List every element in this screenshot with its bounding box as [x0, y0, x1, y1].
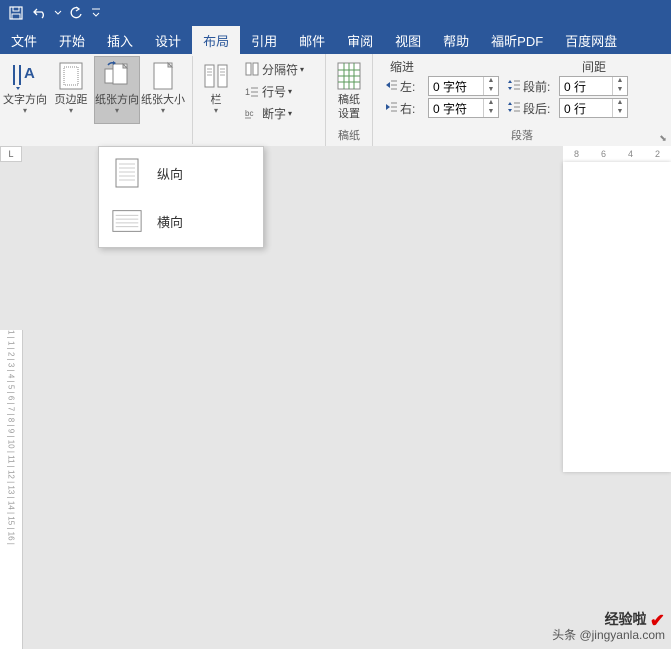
chevron-down-icon: ▾	[115, 107, 119, 115]
document-page[interactable]	[563, 162, 671, 472]
breaks-button[interactable]: 分隔符▾	[241, 58, 307, 80]
tab-home[interactable]: 开始	[48, 26, 96, 54]
spacing-before-input[interactable]: ▲▼	[559, 76, 628, 96]
spin-up-icon[interactable]: ▲	[613, 77, 627, 86]
tab-layout[interactable]: 布局	[192, 26, 240, 54]
svg-text:1: 1	[245, 87, 250, 97]
spacing-after-input[interactable]: ▲▼	[559, 98, 628, 118]
ruler-vertical[interactable]: 1 | 1 | 2 | 3 | 4 | 5 | 6 | 7 | 8 | 9 | …	[0, 330, 23, 649]
landscape-icon	[111, 205, 143, 237]
hyphenation-button[interactable]: bc 断字▾	[241, 102, 307, 124]
text-direction-button[interactable]: A 文字方向 ▾	[2, 56, 48, 124]
spin-up-icon[interactable]: ▲	[484, 99, 498, 108]
tab-view[interactable]: 视图	[384, 26, 432, 54]
tab-file[interactable]: 文件	[0, 26, 48, 54]
tab-review[interactable]: 审阅	[336, 26, 384, 54]
tab-help[interactable]: 帮助	[432, 26, 480, 54]
spin-down-icon[interactable]: ▼	[613, 86, 627, 95]
draft-icon	[332, 59, 366, 93]
indent-right-icon	[384, 101, 398, 116]
undo-icon[interactable]	[28, 1, 52, 25]
chevron-down-icon: ▾	[161, 107, 165, 115]
tab-foxit[interactable]: 福昕PDF	[480, 26, 554, 54]
orientation-icon	[100, 59, 134, 93]
size-icon	[146, 59, 180, 93]
save-icon[interactable]	[4, 1, 28, 25]
spacing-before-icon	[507, 79, 521, 94]
chevron-down-icon: ▾	[214, 107, 218, 115]
redo-icon[interactable]	[64, 1, 88, 25]
spacing-header: 间距	[522, 58, 660, 75]
indent-right-label: 右:	[384, 100, 428, 117]
draft-settings-button[interactable]: 稿纸 设置	[328, 56, 370, 124]
margins-button[interactable]: 页边距 ▾	[48, 56, 94, 124]
spacing-after-label: 段后:	[507, 100, 559, 117]
tab-insert[interactable]: 插入	[96, 26, 144, 54]
spin-down-icon[interactable]: ▼	[484, 86, 498, 95]
group-page-setup: A 文字方向 ▾ 页边距 ▾ 纸张方向 ▾	[0, 54, 311, 146]
orientation-button[interactable]: 纸张方向 ▾	[94, 56, 140, 124]
undo-dropdown-icon[interactable]	[52, 1, 64, 25]
check-icon: ✔	[650, 610, 665, 630]
ruler-tab-selector[interactable]: L	[0, 146, 22, 162]
chevron-down-icon: ▾	[69, 107, 73, 115]
tab-baidu[interactable]: 百度网盘	[554, 26, 628, 54]
svg-text:bc: bc	[245, 109, 253, 118]
spin-up-icon[interactable]: ▲	[613, 99, 627, 108]
title-bar	[0, 0, 671, 26]
indent-left-label: 左:	[384, 78, 428, 95]
indent-left-icon	[384, 79, 398, 94]
text-direction-icon: A	[8, 59, 42, 93]
watermark: 经验啦 ✔ 头条 @jingyanla.com	[552, 612, 665, 643]
svg-text:A: A	[24, 65, 35, 82]
size-button[interactable]: 纸张大小 ▾	[140, 56, 186, 124]
ribbon: A 文字方向 ▾ 页边距 ▾ 纸张方向 ▾	[0, 54, 671, 147]
menu-bar: 文件 开始 插入 设计 布局 引用 邮件 审阅 视图 帮助 福昕PDF 百度网盘	[0, 26, 671, 54]
chevron-down-icon: ▾	[23, 107, 27, 115]
spin-up-icon[interactable]: ▲	[484, 77, 498, 86]
line-numbers-icon: 1	[244, 83, 260, 99]
hyphenation-icon: bc	[244, 105, 260, 121]
orientation-landscape-item[interactable]: 横向	[101, 197, 261, 245]
margins-icon	[54, 59, 88, 93]
columns-icon	[199, 59, 233, 93]
orientation-dropdown: 纵向 横向	[98, 146, 264, 248]
tab-references[interactable]: 引用	[240, 26, 288, 54]
ruler-horizontal[interactable]: 8642	[563, 146, 671, 163]
columns-button[interactable]: 栏 ▾	[193, 56, 239, 124]
spin-down-icon[interactable]: ▼	[484, 108, 498, 117]
spacing-before-label: 段前:	[507, 78, 559, 95]
qat-customize-icon[interactable]	[88, 1, 104, 25]
breaks-icon	[244, 61, 260, 77]
portrait-icon	[111, 157, 143, 189]
indent-header: 缩进	[384, 58, 522, 75]
spin-down-icon[interactable]: ▼	[613, 108, 627, 117]
indent-left-input[interactable]: ▲▼	[428, 76, 499, 96]
tab-design[interactable]: 设计	[144, 26, 192, 54]
group-paragraph: 缩进 间距 左: ▲▼ 段前: ▲▼ 右: ▲	[373, 54, 671, 146]
spacing-after-icon	[507, 101, 521, 116]
tab-mailings[interactable]: 邮件	[288, 26, 336, 54]
group-draft: 稿纸 设置 稿纸	[326, 54, 373, 146]
orientation-portrait-item[interactable]: 纵向	[101, 149, 261, 197]
line-numbers-button[interactable]: 1 行号▾	[241, 80, 307, 102]
dialog-launcher-icon[interactable]: ⬊	[657, 132, 669, 144]
indent-right-input[interactable]: ▲▼	[428, 98, 499, 118]
